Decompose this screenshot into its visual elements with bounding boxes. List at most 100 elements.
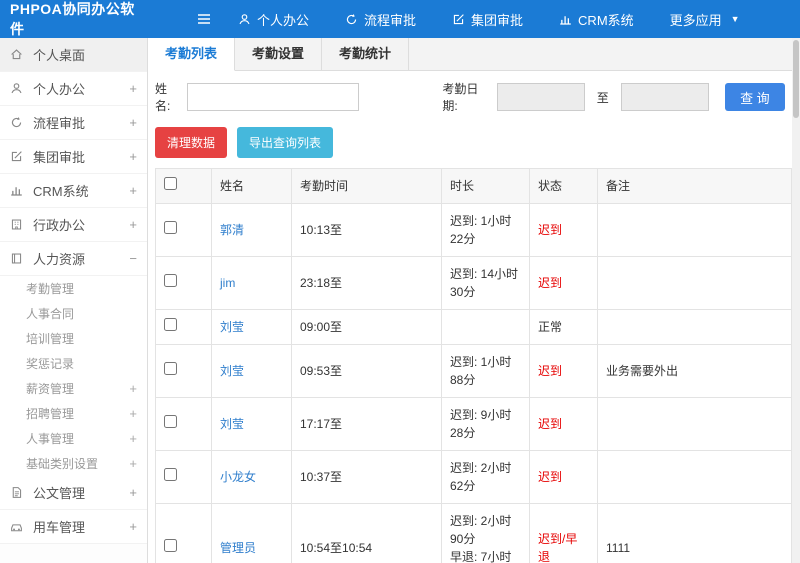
expand-icon[interactable]: + bbox=[129, 485, 137, 500]
clean-data-button[interactable]: 清理数据 bbox=[155, 127, 228, 158]
cell-attendance-time: 10:13至 bbox=[291, 203, 442, 257]
row-checkbox[interactable] bbox=[164, 415, 177, 428]
sidebar-subitem-label: 考勤管理 bbox=[26, 282, 75, 296]
row-checkbox[interactable] bbox=[164, 318, 177, 331]
scrollbar[interactable] bbox=[792, 38, 800, 563]
sidebar-subitem-2[interactable]: 人事合同 bbox=[0, 301, 147, 326]
chart-icon bbox=[559, 13, 572, 26]
table-row: 小龙女 10:37至 迟到: 2小时62分 迟到 bbox=[155, 450, 792, 504]
nav-item-label: 集团审批 bbox=[471, 12, 524, 28]
expand-icon[interactable]: + bbox=[129, 217, 137, 232]
sidebar-item-label: 公文管理 bbox=[33, 486, 86, 501]
employee-name-link[interactable]: 刘莹 bbox=[220, 417, 244, 431]
row-checkbox[interactable] bbox=[164, 274, 177, 287]
search-button[interactable]: 查 询 bbox=[724, 83, 785, 111]
expand-icon[interactable]: + bbox=[129, 381, 137, 396]
cell-attendance-time: 10:54至10:54 bbox=[291, 503, 442, 563]
sidebar-subitem-7[interactable]: 人事管理 + bbox=[0, 426, 147, 451]
employee-name-link[interactable]: 刘莹 bbox=[220, 320, 244, 334]
doc-icon bbox=[10, 486, 26, 499]
sidebar-item-2[interactable]: 个人办公 + bbox=[0, 72, 147, 106]
cell-attendance-time: 10:37至 bbox=[291, 450, 442, 504]
cell-note bbox=[597, 309, 792, 345]
sidebar-item-5[interactable]: CRM系统 + bbox=[0, 174, 147, 208]
cell-status: 迟到 bbox=[529, 344, 598, 398]
expand-icon[interactable]: + bbox=[129, 406, 137, 421]
sidebar-item-label: 人力资源 bbox=[33, 252, 86, 267]
sidebar-subitem-5[interactable]: 薪资管理 + bbox=[0, 376, 147, 401]
collapse-icon[interactable]: − bbox=[129, 251, 137, 266]
export-list-button[interactable]: 导出查询列表 bbox=[237, 127, 334, 158]
row-checkbox[interactable] bbox=[164, 539, 177, 552]
table-row: 刘莹 09:53至 迟到: 1小时88分 迟到 业务需要外出 bbox=[155, 344, 792, 398]
sidebar: 个人桌面 个人办公 + 流程审批 + 集团审批 + CRM系统 + 行政办公 + 人力资源 − 考勤管理人… bbox=[0, 38, 148, 563]
sidebar-item-6[interactable]: 行政办公 + bbox=[0, 208, 147, 242]
row-checkbox-cell bbox=[155, 450, 212, 504]
name-filter-input[interactable] bbox=[186, 83, 359, 111]
nav-item-2[interactable]: 流程审批 bbox=[345, 10, 416, 29]
cell-name: 小龙女 bbox=[211, 450, 292, 504]
sidebar-subitem-label: 招聘管理 bbox=[26, 407, 75, 421]
date-to-input[interactable] bbox=[620, 83, 709, 111]
nav-item-3[interactable]: 集团审批 bbox=[452, 10, 523, 29]
employee-name-link[interactable]: jim bbox=[220, 276, 235, 290]
tab-attendance-list[interactable]: 考勤列表 bbox=[148, 38, 236, 71]
topbar-nav: 个人办公 流程审批 集团审批 CRM系统 更多应用 ▼ bbox=[238, 10, 740, 29]
row-checkbox[interactable] bbox=[164, 221, 177, 234]
tab-attendance-settings[interactable]: 考勤设置 bbox=[235, 38, 323, 70]
table-row: 刘莹 17:17至 迟到: 9小时28分 迟到 bbox=[155, 397, 792, 451]
expand-icon[interactable]: + bbox=[129, 431, 137, 446]
employee-name-link[interactable]: 小龙女 bbox=[220, 470, 256, 484]
sidebar-item-3[interactable]: 流程审批 + bbox=[0, 106, 147, 140]
cell-name: 郭清 bbox=[211, 203, 292, 257]
cell-duration: 迟到: 1小时22分 bbox=[441, 203, 530, 257]
tab-attendance-stats[interactable]: 考勤统计 bbox=[322, 38, 410, 70]
home-icon bbox=[10, 48, 26, 61]
cell-status: 迟到/早退 bbox=[529, 503, 598, 563]
name-filter-label: 姓名: bbox=[155, 82, 171, 113]
row-checkbox[interactable] bbox=[164, 468, 177, 481]
row-checkbox-cell bbox=[155, 309, 212, 345]
nav-item-4[interactable]: CRM系统 bbox=[559, 10, 634, 29]
sidebar-item-1[interactable]: 个人桌面 bbox=[0, 38, 147, 72]
employee-name-link[interactable]: 管理员 bbox=[220, 541, 256, 555]
expand-icon[interactable]: + bbox=[129, 149, 137, 164]
date-filter-label: 考勤日期: bbox=[442, 82, 479, 113]
sidebar-item-4[interactable]: 集团审批 + bbox=[0, 140, 147, 174]
sidebar-subitem-4[interactable]: 奖惩记录 bbox=[0, 351, 147, 376]
header-checkbox-cell bbox=[155, 168, 212, 204]
sidebar-subitem-label: 人事管理 bbox=[26, 432, 75, 446]
sidebar-subitem-label: 培训管理 bbox=[26, 332, 75, 346]
expand-icon[interactable]: + bbox=[129, 519, 137, 534]
date-from-input[interactable] bbox=[496, 83, 585, 111]
expand-icon[interactable]: + bbox=[129, 183, 137, 198]
main-content: 考勤列表 考勤设置 考勤统计 姓名: 考勤日期: 至 查 询 清理数据 导出查询… bbox=[148, 38, 800, 563]
hamburger-icon[interactable] bbox=[196, 11, 212, 27]
select-all-checkbox[interactable] bbox=[164, 177, 177, 190]
scrollbar-thumb[interactable] bbox=[793, 40, 799, 118]
sidebar-subitem-6[interactable]: 招聘管理 + bbox=[0, 401, 147, 426]
nav-item-5[interactable]: 更多应用 ▼ bbox=[670, 10, 740, 29]
sidebar-item-8[interactable]: 公文管理 + bbox=[0, 476, 147, 510]
table-row: 管理员 10:54至10:54迟到: 2小时90分 早退: 7小时10分迟到/早退… bbox=[155, 503, 792, 563]
building-icon bbox=[10, 218, 26, 231]
sidebar-subitem-1[interactable]: 考勤管理 bbox=[0, 276, 147, 301]
row-checkbox[interactable] bbox=[164, 362, 177, 375]
car-icon bbox=[10, 520, 26, 533]
sidebar-item-9[interactable]: 用车管理 + bbox=[0, 510, 147, 544]
sidebar-subitem-label: 人事合同 bbox=[26, 307, 75, 321]
nav-item-1[interactable]: 个人办公 bbox=[238, 10, 309, 29]
expand-icon[interactable]: + bbox=[129, 456, 137, 471]
employee-name-link[interactable]: 郭清 bbox=[220, 223, 244, 237]
cell-duration: 迟到: 2小时62分 bbox=[441, 450, 530, 504]
employee-name-link[interactable]: 刘莹 bbox=[220, 364, 244, 378]
attendance-table-wrap: 姓名 考勤时间 时长 状态 备注 郭清 10:13至 迟到: 1小时22分 迟到 jim 23:1… bbox=[148, 168, 792, 563]
expand-icon[interactable]: + bbox=[129, 115, 137, 130]
expand-icon[interactable]: + bbox=[129, 81, 137, 96]
sidebar-subitem-8[interactable]: 基础类别设置 + bbox=[0, 451, 147, 476]
sidebar-item-label: CRM系统 bbox=[33, 184, 89, 199]
sidebar-item-7[interactable]: 人力资源 − bbox=[0, 242, 147, 276]
cell-duration: 迟到: 1小时88分 bbox=[441, 344, 530, 398]
chart-icon bbox=[10, 184, 26, 197]
sidebar-subitem-3[interactable]: 培训管理 bbox=[0, 326, 147, 351]
